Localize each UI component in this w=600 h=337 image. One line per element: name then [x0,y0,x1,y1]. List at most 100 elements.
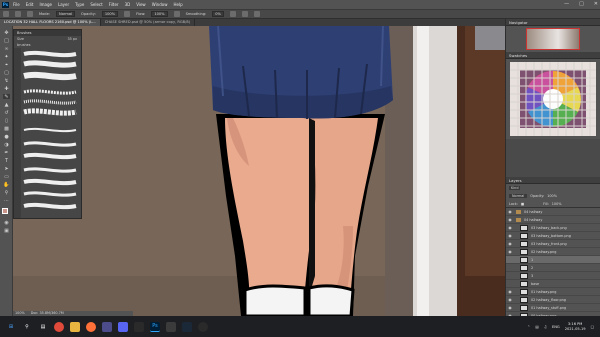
brush-preset-list[interactable] [14,48,81,218]
chevron-up-icon[interactable]: ⌃ [527,325,530,329]
healing-tool-icon[interactable]: ✚ [3,86,10,92]
document-tab-active[interactable]: LOCATION 32 HALL FLOORS 2160.psd @ 100% … [0,19,101,26]
menu-edit[interactable]: Edit [26,2,34,7]
marquee-tool-icon[interactable]: □ [3,38,10,44]
file-explorer-icon[interactable] [70,321,80,332]
path-select-tool-icon[interactable]: ➤ [3,166,10,172]
layer-row[interactable]: 2 [506,264,600,272]
layers-panel-title[interactable]: Layers [506,177,600,184]
photoshop-taskbar-icon[interactable]: Ps [150,321,160,332]
more-tools-icon[interactable]: ⋯ [3,198,10,204]
foreground-color-swatch[interactable] [2,208,8,214]
pressure-size-icon[interactable] [241,11,248,17]
eye-icon[interactable]: ◉ [506,208,514,216]
volume-icon[interactable]: ♫ [544,325,547,329]
zoom-tool-icon[interactable]: ⚲ [3,190,10,196]
gradient-tool-icon[interactable]: ▩ [3,126,10,132]
frame-tool-icon[interactable]: ▢ [3,70,10,76]
document-tab[interactable]: CHASE SHRED.psd @ 50% (armor copy, RGB/8… [101,19,196,26]
search-icon[interactable]: ⚲ [22,322,32,332]
lasso-tool-icon[interactable]: ∞ [3,46,10,52]
eye-icon[interactable]: ◉ [506,296,514,304]
eye-icon[interactable]: ◉ [506,224,514,232]
mode-dropdown[interactable]: Normal [56,11,76,17]
clock[interactable]: 3:16 PM 2021-05-19 [565,322,586,331]
document-canvas[interactable] [13,26,505,316]
app-icon[interactable] [102,321,112,332]
menu-filter[interactable]: Filter [109,2,119,7]
brush-tool-icon[interactable] [15,11,21,17]
swatches-panel-title[interactable]: Swatches [506,52,600,59]
menu-3d[interactable]: 3D [125,2,131,7]
menu-file[interactable]: File [13,2,20,7]
layer-row[interactable]: ◉ 03 hallway_back.png [506,224,600,232]
layer-row[interactable]: ◉ 04 hallway [506,216,600,224]
layer-row[interactable]: 3 [506,272,600,280]
layer-row[interactable]: ◉ 01 hallway_stuff.png [506,304,600,312]
type-tool-icon[interactable]: T [3,158,10,164]
pressure-opacity-icon[interactable] [124,11,131,17]
navigator-panel-title[interactable]: Navigator [506,19,600,26]
menu-type[interactable]: Type [75,2,84,7]
home-icon[interactable] [3,11,9,17]
task-view-icon[interactable]: ▤ [38,322,48,332]
quick-mask-icon[interactable]: ◉ [3,220,10,226]
minimize-icon[interactable]: — [564,1,569,7]
brush-preset-picker[interactable] [27,11,33,17]
stamp-tool-icon[interactable]: ▲ [3,102,10,108]
history-brush-icon[interactable]: ↺ [3,110,10,116]
obs-icon[interactable] [198,321,208,332]
photoshop-app-icon[interactable]: Ps [2,1,9,8]
smoothing-field[interactable]: 0% [212,11,224,17]
blur-tool-icon[interactable]: ● [3,134,10,140]
app-icon[interactable] [166,321,176,332]
layer-row-selected[interactable]: 1 [506,256,600,264]
pen-tool-icon[interactable]: ✒ [3,150,10,156]
eye-icon[interactable]: ◉ [506,288,514,296]
steam-icon[interactable] [182,321,192,332]
layer-row[interactable]: ◉ 01 hallway.png [506,288,600,296]
eye-icon[interactable] [506,272,514,280]
menu-view[interactable]: View [136,2,146,7]
flow-field[interactable]: 100% [151,11,168,17]
layer-opacity-field[interactable]: 100% [547,194,557,198]
chrome-icon[interactable] [54,321,64,332]
layer-row[interactable]: ◉ 02 hallway.png [506,248,600,256]
gear-icon[interactable] [229,11,236,17]
dodge-tool-icon[interactable]: ◑ [3,142,10,148]
shape-tool-icon[interactable]: ▭ [3,174,10,180]
app-icon[interactable] [134,321,144,332]
eye-icon[interactable] [506,280,514,288]
language-indicator[interactable]: ENG [552,325,560,329]
move-tool-icon[interactable]: ✥ [3,30,10,36]
brush-tool-icon[interactable]: ✎ [3,94,10,100]
eye-icon[interactable]: ◉ [506,304,514,312]
eye-icon[interactable]: ◉ [506,216,514,224]
menu-select[interactable]: Select [90,2,102,7]
fill-field[interactable]: 100% [552,202,562,206]
menu-image[interactable]: Image [39,2,52,7]
layer-row[interactable]: ◉ 03 hallway_bottom.png [506,232,600,240]
notification-icon[interactable]: □ [591,325,594,329]
eye-icon[interactable]: ◉ [506,232,514,240]
opacity-field[interactable]: 100% [101,11,119,17]
airbrush-icon[interactable] [173,11,180,17]
crop-tool-icon[interactable]: ⌖ [3,62,10,68]
windows-start-icon[interactable]: ⊞ [6,322,16,332]
eye-icon[interactable]: ◉ [506,240,514,248]
firefox-icon[interactable] [86,321,96,332]
symmetry-icon[interactable] [253,11,260,17]
filter-kind-dropdown[interactable]: Kind [509,186,521,190]
navigator-preview[interactable] [506,26,600,52]
eyedropper-tool-icon[interactable]: ↯ [3,78,10,84]
screen-mode-icon[interactable]: ▣ [3,228,10,234]
brush-size-value[interactable]: 35 px [67,36,77,42]
layer-row[interactable]: ◉ 02 hallway_floor.png [506,296,600,304]
eye-icon[interactable]: ◉ [506,248,514,256]
lock-icon[interactable]: ■ [521,202,524,206]
eraser-tool-icon[interactable]: ▯ [3,118,10,124]
network-icon[interactable]: ▤ [535,325,538,329]
layer-row[interactable]: ◉ 03 hallway_front.png [506,240,600,248]
swatches-grid[interactable] [506,59,600,139]
discord-icon[interactable] [118,321,128,332]
